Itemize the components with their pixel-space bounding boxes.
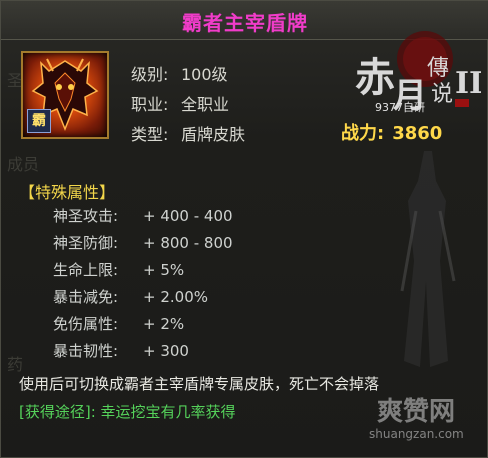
item-grade-badge: 霸 [27,109,51,133]
svg-text:说: 说 [431,82,453,107]
item-icon[interactable]: 霸 [21,51,109,139]
svg-text:II: II [455,66,481,101]
attribute-name: 暴击韧性: [53,342,119,360]
watermark-url: shuangzan.com [369,427,464,441]
job-value: 全职业 [181,95,230,114]
background-glyph: 成员 [7,155,40,174]
attribute-value: + 2% [143,315,185,333]
attribute-value: + 300 [143,342,189,360]
attribute-value: + 800 - 800 [143,234,233,252]
acquisition-source: [获得途径]: 幸运挖宝有几率获得 [19,403,236,421]
level-label: 级别: [131,65,169,84]
attribute-name: 免伤属性: [53,315,119,333]
attribute-value: + 400 - 400 [143,207,233,225]
attribute-value: + 2.00% [143,288,208,306]
attribute-row: 暴击韧性: + 300 [53,340,189,361]
job-row: 职业: 全职业 [131,91,229,115]
level-row: 级别: 100级 [131,61,228,85]
background-glyph: 药 [7,355,24,374]
type-value: 盾牌皮肤 [181,125,246,144]
svg-text:赤: 赤 [355,54,395,101]
attribute-name: 暴击减免: [53,288,119,306]
item-tooltip: 霸者主宰盾牌 圣 成员 药 霸 级别: 100级 职业: 全职业 类型: 盾牌皮肤 赤… [0,0,488,458]
watermark-text: 爽赞网 [377,397,456,427]
attribute-row: 神圣攻击: + 400 - 400 [53,205,233,226]
item-description: 使用后可切换成霸者主宰盾牌专属皮肤，死亡不会掉落 [19,375,380,393]
attribute-name: 神圣防御: [53,234,119,252]
logo-subtitle: 9377自研 [375,101,425,114]
special-attributes-header: 【特殊属性】 [19,183,116,202]
site-watermark: 爽赞网 shuangzan.com [359,389,487,449]
power-label: 战力: [341,123,385,144]
attribute-name: 神圣攻击: [53,207,119,225]
type-row: 类型: 盾牌皮肤 [131,121,245,145]
attribute-name: 生命上限: [53,261,119,279]
type-label: 类型: [131,125,169,144]
attribute-row: 生命上限: + 5% [53,259,184,280]
attribute-value: + 5% [143,261,185,279]
level-value: 100级 [181,65,228,84]
attribute-row: 免伤属性: + 2% [53,313,184,334]
attribute-row: 暴击减免: + 2.00% [53,286,208,307]
attribute-row: 神圣防御: + 800 - 800 [53,232,233,253]
svg-text:傳: 傳 [427,56,449,81]
background-figure [400,151,456,367]
job-label: 职业: [131,95,169,114]
